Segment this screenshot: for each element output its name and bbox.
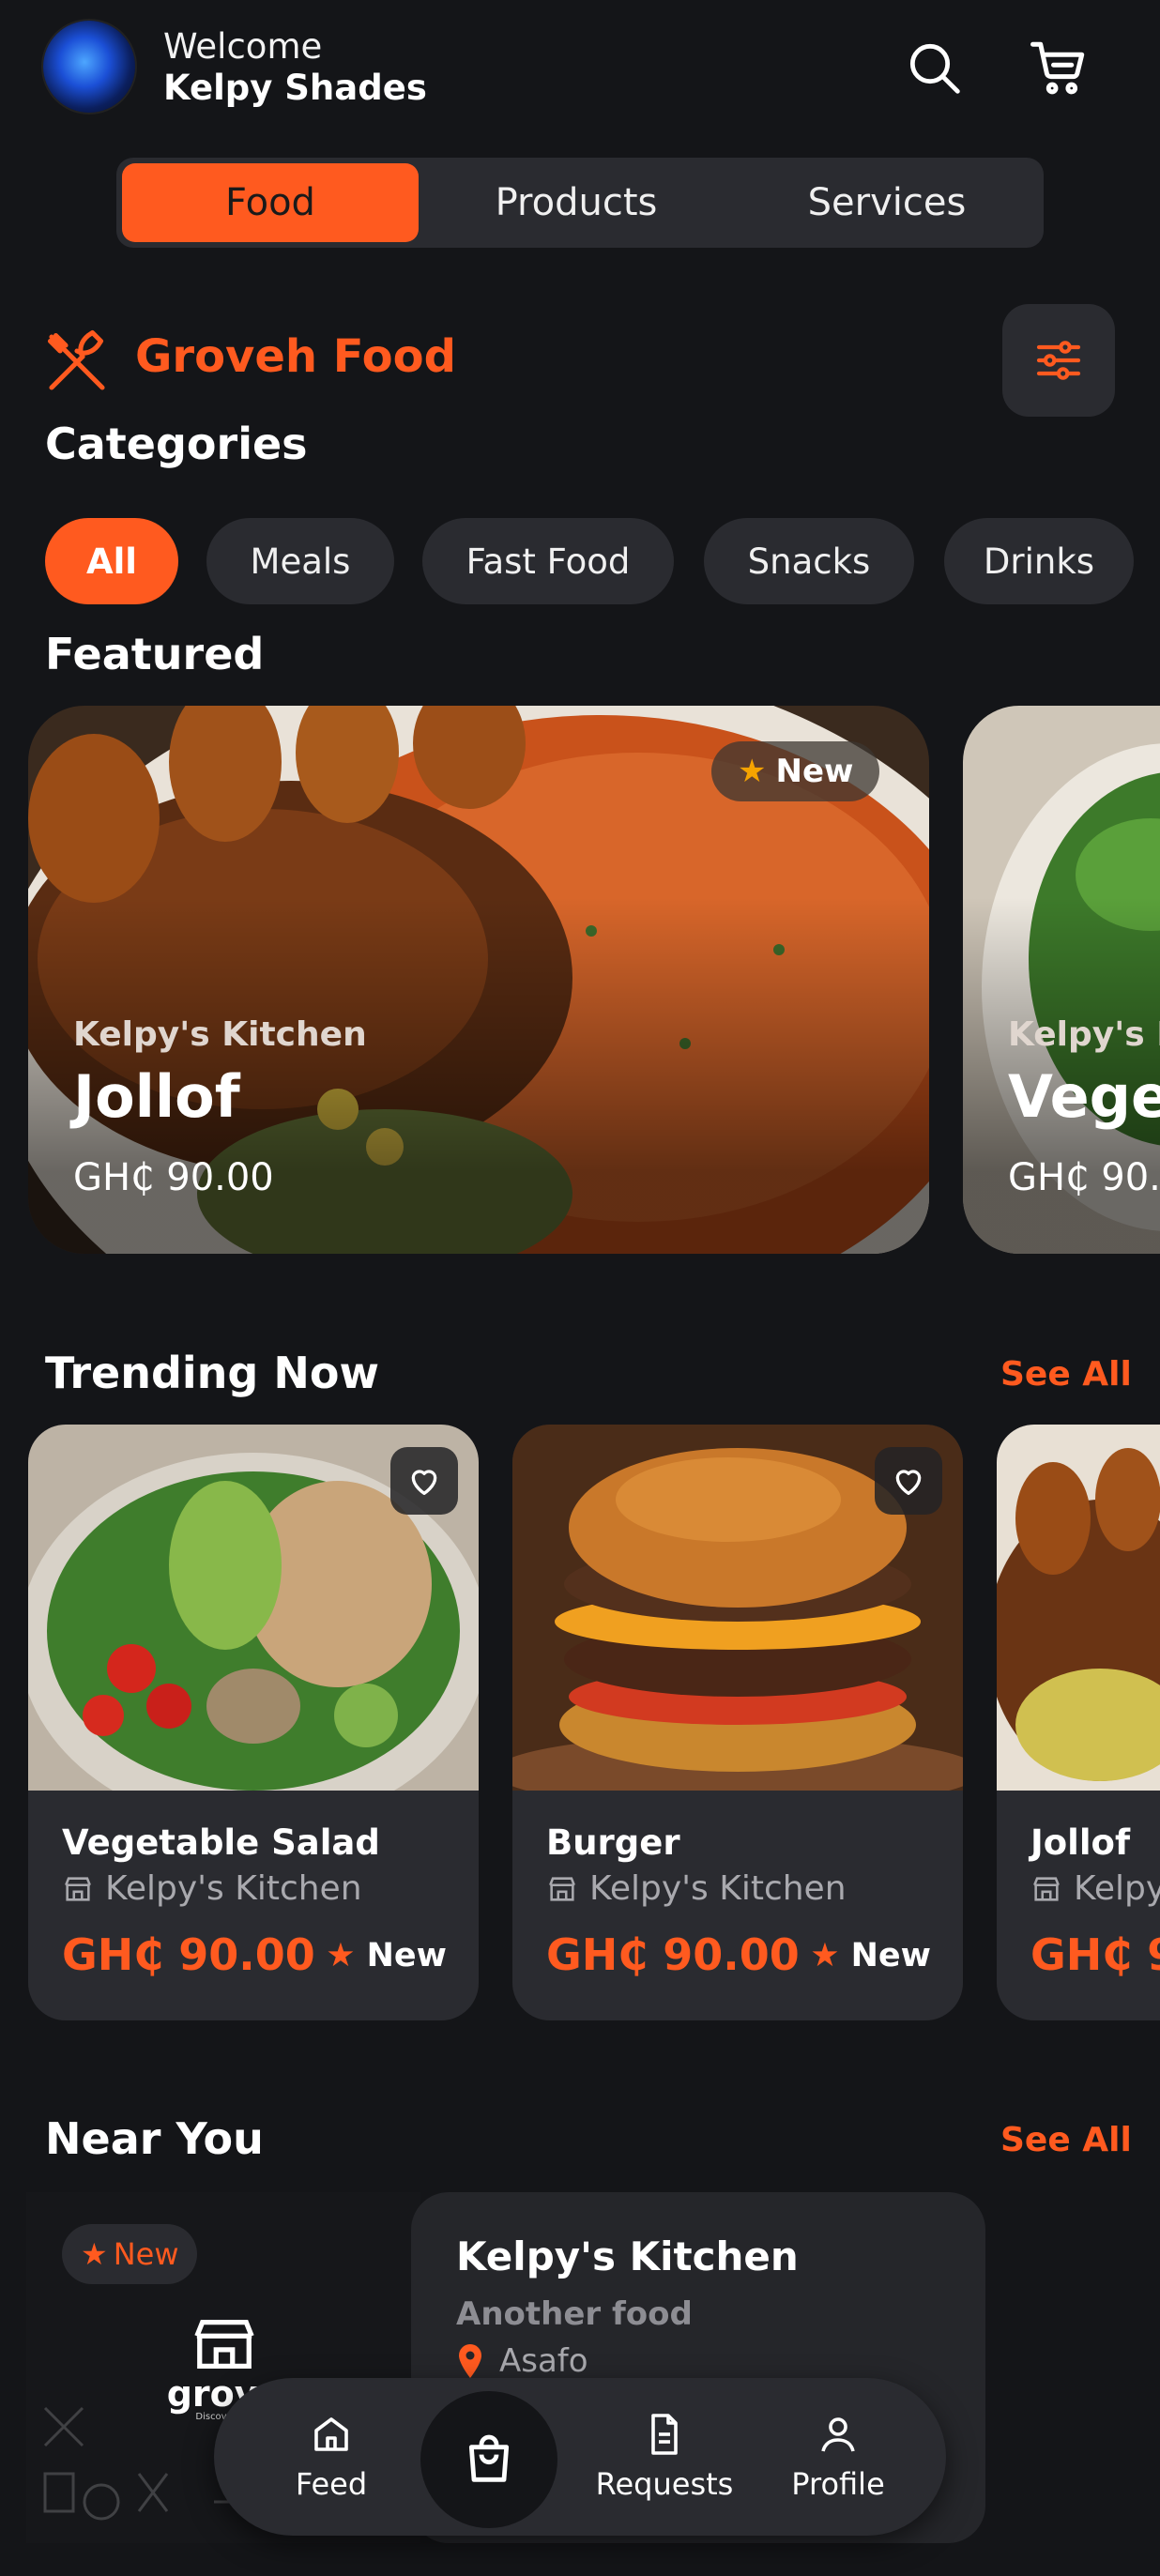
search-button[interactable] [896, 30, 971, 105]
shopping-bag-icon [468, 2434, 510, 2482]
trending-item-name: Burger [546, 1822, 680, 1863]
trending-heading: Trending Now [45, 1348, 379, 1398]
tab-services[interactable]: Services [736, 163, 1038, 242]
featured-title: Veget [1008, 1062, 1160, 1131]
category-chip-fast-food[interactable]: Fast Food [422, 518, 674, 604]
star-icon: ★ [810, 1937, 840, 1974]
heart-icon [895, 1470, 922, 1495]
category-chip-all[interactable]: All [45, 518, 178, 604]
tab-food[interactable]: Food [122, 163, 419, 242]
category-chip-drinks[interactable]: Drinks [944, 518, 1134, 604]
categories-heading: Categories [45, 419, 308, 469]
category-chip-snacks[interactable]: Snacks [704, 518, 914, 604]
store-icon [1033, 1876, 1060, 1901]
store-icon [549, 1876, 575, 1901]
trending-item-price: GH₵ 90.00 [546, 1929, 800, 1980]
store-icon [194, 2320, 254, 2369]
vendor-name: Kelpy's Kitchen [456, 2233, 799, 2279]
location-pin-icon [459, 2344, 481, 2378]
featured-title: Jollof [73, 1062, 240, 1131]
username: Kelpy Shades [163, 68, 427, 108]
trending-card[interactable]: Burger Kelpy's Kitchen GH₵ 90.00 ★ New [512, 1425, 963, 2020]
trending-card[interactable]: Jollof Kelpy GH₵ 9 [997, 1425, 1160, 2020]
featured-vendor: Kelpy's Kitchen [73, 1015, 367, 1054]
sliders-icon [1036, 341, 1081, 380]
vendor-location: Asafo [456, 2342, 588, 2380]
new-badge: ★ New [810, 1937, 931, 1974]
trending-item-vendor: Kelpy [1030, 1869, 1160, 1908]
featured-card[interactable]: Kelpy's K Veget GH₵ 90. [963, 706, 1160, 1254]
jollof-food-image [997, 1425, 1160, 1791]
favorite-button[interactable] [390, 1447, 458, 1515]
star-icon: ★ [81, 2236, 108, 2272]
vendor-subtitle: Another food [456, 2295, 693, 2333]
trending-item-price: GH₵ 9 [1030, 1929, 1160, 1980]
heart-icon [411, 1470, 437, 1495]
new-badge: ★ New [326, 1937, 447, 1974]
cart-icon [1030, 41, 1085, 95]
featured-card[interactable]: ★ New Kelpy's Kitchen Jollof GH₵ 90.00 [28, 706, 929, 1254]
bottom-nav: Feed Requests Profile [214, 2378, 946, 2536]
top-tabs: Food Products Services [116, 158, 1044, 248]
trending-item-name: Vegetable Salad [62, 1822, 380, 1863]
home-icon [314, 2417, 348, 2451]
near-you-see-all-link[interactable]: See All [1000, 2121, 1132, 2159]
user-icon [821, 2417, 855, 2452]
welcome-text: Welcome [163, 26, 323, 67]
new-badge: ★ New [711, 741, 880, 801]
star-icon: ★ [326, 1937, 356, 1974]
featured-price: GH₵ 90. [1008, 1156, 1160, 1199]
store-icon [65, 1876, 91, 1901]
filter-button[interactable] [1002, 304, 1115, 417]
featured-vendor: Kelpy's K [1008, 1015, 1160, 1054]
star-icon: ★ [738, 753, 767, 790]
nav-item-feed[interactable]: Feed [261, 2378, 402, 2536]
favorite-button[interactable] [875, 1447, 942, 1515]
nav-item-shop[interactable] [420, 2391, 557, 2528]
avatar[interactable] [43, 21, 135, 113]
trending-item-vendor: Kelpy's Kitchen [546, 1869, 847, 1908]
utensils-icon [43, 328, 111, 400]
brand-name: Groveh Food [135, 330, 456, 383]
nav-item-profile[interactable]: Profile [777, 2378, 899, 2536]
document-icon [651, 2414, 678, 2455]
trending-item-vendor: Kelpy's Kitchen [62, 1869, 362, 1908]
trending-item-price: GH₵ 90.00 [62, 1929, 315, 1980]
category-chip-meals[interactable]: Meals [206, 518, 394, 604]
trending-card[interactable]: Vegetable Salad Kelpy's Kitchen GH₵ 90.0… [28, 1425, 479, 2020]
trending-see-all-link[interactable]: See All [1000, 1355, 1132, 1394]
search-icon [909, 43, 960, 94]
featured-price: GH₵ 90.00 [73, 1156, 274, 1199]
trending-item-name: Jollof [1030, 1822, 1131, 1863]
featured-heading: Featured [45, 629, 265, 679]
new-badge: ★ New [62, 2224, 198, 2284]
nav-item-requests[interactable]: Requests [589, 2378, 740, 2536]
near-you-heading: Near You [45, 2113, 264, 2164]
tab-products[interactable]: Products [426, 163, 726, 242]
cart-button[interactable] [1021, 30, 1096, 105]
